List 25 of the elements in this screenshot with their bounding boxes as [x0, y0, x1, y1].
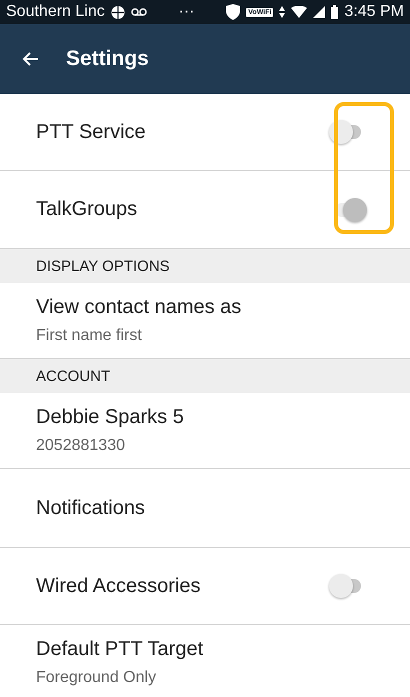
setting-row[interactable]: Debbie Sparks 5 2052881330 — [0, 393, 410, 469]
clock-time: 3:45 PM — [344, 3, 404, 21]
more-notifications-indicator: ··· — [178, 3, 194, 21]
setting-label: Wired Accessories — [36, 574, 202, 598]
data-arrows-icon — [279, 6, 286, 18]
setting-value: Foreground Only — [36, 669, 156, 687]
setting-row[interactable]: Notifications — [0, 469, 410, 548]
setting-value: First name first — [36, 327, 142, 345]
setting-label: Notifications — [36, 496, 146, 520]
setting-label: View contact names as — [36, 296, 242, 319]
carrier-name: Southern Linc — [6, 3, 105, 21]
section-header: DISPLAY OPTIONS — [0, 249, 410, 283]
voicemail-icon — [130, 8, 147, 16]
screen-title: Settings — [66, 47, 149, 71]
back-arrow-icon — [22, 52, 38, 66]
wifi-icon — [291, 6, 308, 18]
setting-label: Default PTT Target — [36, 638, 204, 661]
setting-label: Debbie Sparks 5 — [36, 406, 184, 429]
setting-label: TalkGroups — [36, 198, 138, 221]
setting-value: 2052881330 — [36, 437, 125, 455]
setting-row[interactable]: Default PTT Target Foreground Only — [0, 625, 410, 697]
setting-label: PTT Service — [36, 120, 147, 144]
signal-icon — [313, 6, 326, 18]
battery-icon — [331, 5, 338, 19]
section-header: ACCOUNT — [0, 359, 410, 393]
